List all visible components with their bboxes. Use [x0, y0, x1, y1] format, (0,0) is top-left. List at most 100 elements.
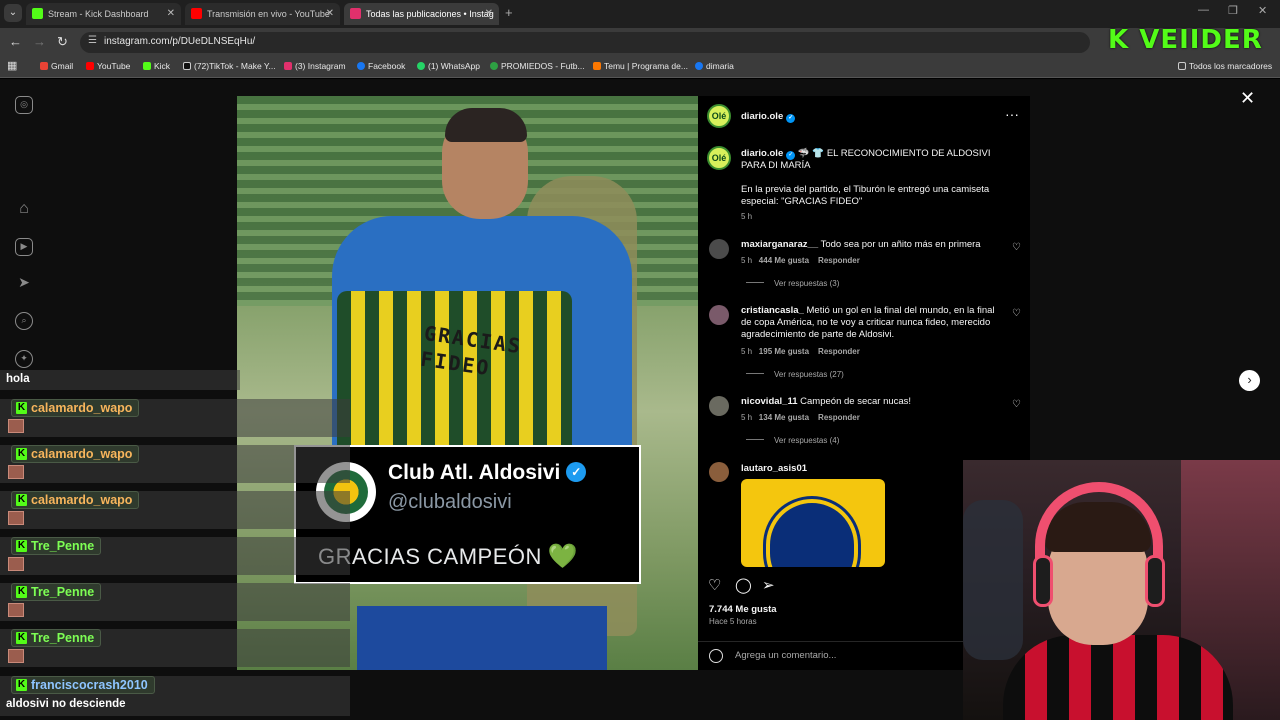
comment-avatar[interactable] [709, 305, 729, 325]
tab-title: Stream - Kick Dashboard [48, 9, 149, 19]
caption-author[interactable]: diario.ole [741, 148, 783, 159]
comment-user[interactable]: nicovidal_11 [741, 396, 798, 407]
view-replies-button[interactable]: Ver respuestas (27) [746, 370, 844, 379]
more-options-icon[interactable]: ··· [1005, 106, 1019, 122]
kick-icon [32, 8, 43, 19]
tab-instagram-post[interactable]: Todas las publicaciones • Instag ✕ [344, 3, 499, 25]
caption-body: En la previa del partido, el Tiburón le … [741, 184, 990, 207]
aldosivi-crest-icon [766, 499, 858, 567]
bookmark-gmail[interactable]: Gmail [40, 61, 73, 71]
promiedos-icon [490, 62, 498, 70]
author-avatar[interactable]: Olé [707, 104, 731, 128]
home-icon[interactable]: ⌂ [15, 201, 33, 219]
post-author[interactable]: diario.ole ✓ [741, 111, 796, 123]
chat-username: Kfranciscocrash2010 [11, 676, 155, 694]
close-tab-icon[interactable]: ✕ [326, 3, 334, 25]
comment-meta: 5 h 134 Me gusta Responder [741, 413, 860, 422]
chat-message: aldosivi no desciende [6, 698, 126, 710]
chat-emote [8, 419, 24, 433]
headset [1035, 482, 1163, 602]
folder-icon [1178, 62, 1186, 70]
comment-like-heart-icon[interactable]: ♡ [1012, 308, 1021, 319]
close-window-icon[interactable]: ✕ [1258, 4, 1267, 17]
kick-icon [143, 62, 151, 70]
comment-user[interactable]: maxiarganaraz__ [741, 239, 818, 250]
comment-user[interactable]: lautaro_asis01 [741, 463, 807, 474]
view-replies-button[interactable]: Ver respuestas (3) [746, 279, 839, 288]
maximize-icon[interactable]: ❐ [1228, 4, 1238, 17]
bookmark-temu[interactable]: Temu | Programa de... [593, 61, 688, 71]
share-send-icon[interactable]: ➢ [762, 576, 775, 594]
site-info-icon[interactable]: ☰ [88, 35, 97, 46]
address-bar[interactable]: ☰ instagram.com/p/DUeDLNSEqHu/ [80, 32, 1090, 53]
comment-avatar[interactable] [709, 239, 729, 259]
reply-button[interactable]: Responder [818, 413, 860, 422]
caption-avatar[interactable]: Olé [707, 146, 731, 170]
comment-bubble-icon[interactable]: ◯ [735, 576, 752, 594]
search-icon[interactable]: ⌕ [15, 312, 33, 330]
forward-arrow-icon[interactable]: → [33, 33, 46, 51]
comment-like-heart-icon[interactable]: ♡ [1012, 399, 1021, 410]
verified-icon: ✓ [786, 114, 796, 123]
comment-input[interactable]: Agrega un comentario... [735, 650, 836, 661]
close-tab-icon[interactable]: ✕ [485, 3, 493, 25]
url-text[interactable]: instagram.com/p/DUeDLNSEqHu/ [104, 36, 255, 47]
reply-button[interactable]: Responder [818, 347, 860, 356]
back-arrow-icon[interactable]: ← [9, 33, 22, 51]
apps-grid-icon[interactable]: ▦ [7, 59, 17, 72]
kick-badge-icon: K [16, 586, 27, 598]
reload-icon[interactable]: ↻ [57, 33, 68, 51]
chat-message: hola [6, 373, 30, 385]
chat-emote [8, 649, 24, 663]
direct-send-icon[interactable]: ➤ [15, 275, 33, 293]
tab-search-dropdown[interactable]: ⌄ [4, 4, 22, 22]
chat-emote [8, 511, 24, 525]
bookmark-tiktok[interactable]: (72)TikTok - Make Y... [183, 61, 276, 71]
kick-badge-icon: K [16, 448, 27, 460]
kick-badge-icon: K [16, 632, 27, 644]
kick-badge-icon: K [16, 402, 27, 414]
tab-kick-dashboard[interactable]: Stream - Kick Dashboard ✕ [26, 3, 181, 25]
tiktok-icon [183, 62, 191, 70]
new-tab-button[interactable]: + [505, 3, 519, 23]
bookmark-promiedos[interactable]: PROMIEDOS - Futb... [490, 61, 585, 71]
comment-avatar[interactable] [709, 396, 729, 416]
bookmark-youtube[interactable]: YouTube [86, 61, 130, 71]
all-bookmarks-folder[interactable]: Todos los marcadores [1178, 61, 1272, 71]
bookmark-whatsapp[interactable]: (1) WhatsApp [417, 61, 480, 71]
explore-compass-icon[interactable]: ✦ [15, 350, 33, 368]
comment-likes[interactable]: 444 Me gusta [759, 256, 809, 265]
next-post-button[interactable]: › [1239, 370, 1260, 391]
instagram-logo-icon[interactable]: ◎ [15, 96, 33, 114]
tweet-author: Club Atl. Aldosivi ✓ [388, 461, 587, 485]
like-heart-icon[interactable]: ♡ [708, 576, 721, 594]
comment-avatar[interactable] [709, 462, 729, 482]
chat-emote [8, 557, 24, 571]
reels-icon[interactable]: ▶ [15, 238, 33, 256]
bookmark-instagram[interactable]: (3) Instagram [284, 61, 346, 71]
comment-likes[interactable]: 134 Me gusta [759, 413, 809, 422]
bookmark-dimaria[interactable]: dimaria [695, 61, 734, 71]
view-replies-button[interactable]: Ver respuestas (4) [746, 436, 839, 445]
bookmark-facebook[interactable]: Facebook [357, 61, 405, 71]
tab-youtube-live[interactable]: Transmisión en vivo - YouTube ✕ [185, 3, 340, 25]
comment-user[interactable]: cristiancasla_ [741, 305, 804, 316]
facebook-icon [357, 62, 365, 70]
close-tab-icon[interactable]: ✕ [167, 3, 175, 25]
comment-text: cristiancasla_ Metió un gol en la final … [741, 305, 995, 340]
comment-like-heart-icon[interactable]: ♡ [1012, 242, 1021, 253]
streamer-shirt [1003, 635, 1233, 720]
bookmark-kick[interactable]: Kick [143, 61, 170, 71]
likes-count[interactable]: 7.744 Me gusta [709, 604, 777, 615]
tab-title: Todas las publicaciones • Instag [366, 9, 494, 19]
verified-icon: ✓ [786, 151, 796, 160]
chat-username: Kcalamardo_wapo [11, 399, 140, 417]
comment-image-aldosivi-crest[interactable] [741, 479, 885, 567]
reply-button[interactable]: Responder [818, 256, 860, 265]
minimize-icon[interactable]: — [1198, 4, 1209, 16]
close-modal-icon[interactable]: ✕ [1240, 88, 1255, 109]
kick-badge-icon: K [16, 679, 27, 691]
chat-emote [8, 465, 24, 479]
comment-likes[interactable]: 195 Me gusta [759, 347, 809, 356]
emoji-icon[interactable] [709, 649, 723, 663]
